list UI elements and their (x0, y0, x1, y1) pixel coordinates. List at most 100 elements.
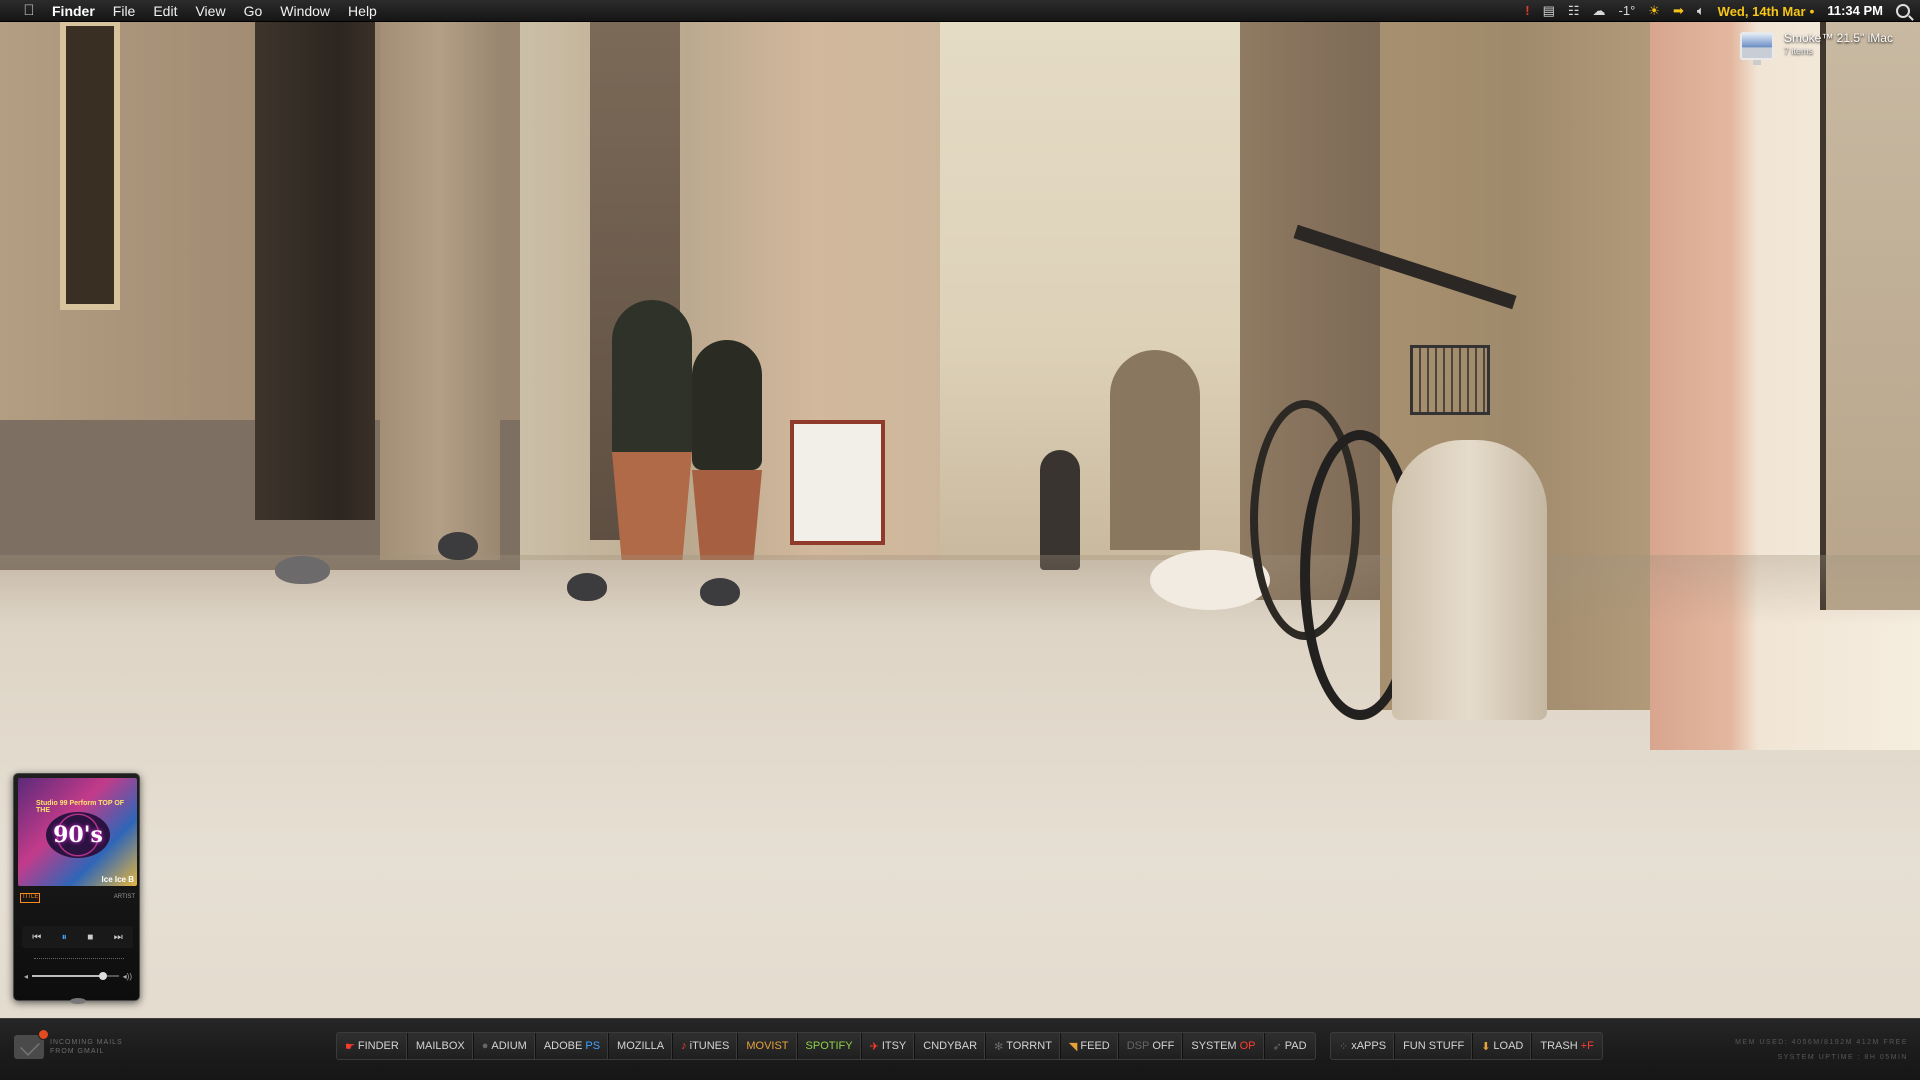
menu-bar:  Finder File Edit View Go Window Help !… (0, 0, 1920, 22)
stop-icon[interactable]: ■ (87, 932, 93, 943)
menu-view[interactable]: View (195, 3, 225, 19)
menu-app-finder[interactable]: Finder (52, 3, 95, 19)
dock-app-group-main: ☛ FINDER MAILBOX ● ADIUM ADOBE PS MOZILL… (336, 1032, 1316, 1060)
dock-item-movist[interactable]: MOVIST (738, 1033, 798, 1059)
dock-item-label: ADIUM (491, 1040, 527, 1052)
volume-knob[interactable] (99, 972, 108, 980)
dock-item-suffix: OP (1239, 1040, 1256, 1052)
music-player-widget: Studio 99 Perform TOP OF THE 90's Ice Ic… (13, 773, 140, 1004)
wallpaper-flower-pot (692, 470, 762, 560)
dock-item-pad[interactable]: ➶ PAD (1265, 1033, 1315, 1059)
dock-item-label: xAPPS (1351, 1040, 1387, 1052)
spotify-icon: SPOTIFY (805, 1040, 853, 1052)
dock-item-load[interactable]: ⬇ LOAD (1473, 1033, 1533, 1059)
menu-file[interactable]: File (113, 3, 136, 19)
adium-icon: ● (481, 1040, 489, 1052)
dock-item-label: PAD (1284, 1040, 1307, 1052)
dock-item-label: ITSY (881, 1040, 907, 1052)
mail-notifier[interactable]: incoming mails from gmail (14, 1029, 123, 1059)
track-info-row: TITLE ARTIST (20, 893, 135, 903)
volume-high-icon[interactable]: ◂)) (123, 972, 132, 981)
wallpaper-stone-bollard (1392, 440, 1547, 720)
mail-line-2: from gmail (50, 1048, 105, 1055)
previous-track-icon[interactable]: ⏮ (32, 932, 41, 943)
wallpaper-shrub (692, 340, 762, 470)
volume-fill (32, 975, 104, 977)
dock-item-cndybar[interactable]: CNDYBAR (915, 1033, 987, 1059)
dock-item-label: OFF (1152, 1040, 1175, 1052)
notification-alert-icon[interactable]: ! (1525, 3, 1529, 18)
drive-item-count: 7 items (1784, 46, 1814, 56)
pause-icon[interactable]: ⏸ (62, 932, 67, 943)
memory-usage: mem used: 4056m/8192m 412m free (1735, 1039, 1908, 1046)
clock[interactable]: Wed, 14th Mar • (1718, 3, 1815, 19)
wallpaper-left-window (60, 20, 120, 310)
widget-drag-handle[interactable] (70, 998, 86, 1004)
dock-item-torrnt[interactable]: ✻ TORRNT (986, 1033, 1061, 1059)
next-track-icon[interactable]: ⏭ (114, 932, 123, 943)
wallpaper-signboard (790, 420, 885, 545)
system-stats: mem used: 4056m/8192m 412m free system u… (1735, 1035, 1908, 1065)
arrow-right-icon[interactable]: ➡ (1673, 3, 1684, 19)
rocket-icon: ➶ (1272, 1040, 1282, 1053)
apple-menu-icon[interactable]:  (14, 2, 44, 19)
menu-go[interactable]: Go (244, 3, 263, 19)
dock-item-label: LOAD (1493, 1040, 1524, 1052)
weather-cloud-icon[interactable]: ☁ (1593, 3, 1606, 19)
volume-slider[interactable] (32, 972, 119, 980)
dock-item-xapps[interactable]: ⁘ xAPPS (1331, 1033, 1396, 1059)
dock-item-trash[interactable]: TRASH +F (1532, 1033, 1601, 1059)
dock-item-itsy[interactable]: ✈ ITSY (862, 1033, 916, 1059)
gamepad-icon[interactable]: ☷ (1568, 3, 1580, 19)
clock-separator: • (1809, 2, 1815, 19)
wallpaper-archway (1110, 350, 1200, 550)
dock-item-label: TRASH (1540, 1040, 1578, 1052)
weather-temperature[interactable]: -1° (1619, 3, 1636, 18)
dock-item-dsp-off[interactable]: DSP OFF (1119, 1033, 1184, 1059)
dock-item-label: iTUNES (689, 1040, 730, 1052)
menu-window[interactable]: Window (280, 3, 330, 19)
brightness-sun-icon[interactable]: ☀ (1648, 3, 1660, 19)
volume-low-icon[interactable]: ◂ (24, 972, 28, 981)
now-playing-title: Ice Ice B (101, 875, 134, 884)
dock-item-label: MAILBOX (415, 1040, 465, 1052)
desktop-drive-label: Smoke™ 21.5" iMac 7 items (1784, 32, 1893, 60)
menu-help[interactable]: Help (348, 3, 377, 19)
dock-item-label: FUN STUFF (1403, 1040, 1465, 1052)
dock-item-fun-stuff[interactable]: FUN STUFF (1395, 1033, 1474, 1059)
spotlight-search-icon[interactable] (1896, 3, 1910, 18)
menu-edit[interactable]: Edit (153, 3, 177, 19)
wallpaper-pigeon (275, 556, 330, 584)
dock-item-feed[interactable]: ◥ FEED (1061, 1033, 1119, 1059)
dock-item-systemop[interactable]: SYSTEM OP (1183, 1033, 1265, 1059)
desktop-drive-icon[interactable]: Smoke™ 21.5" iMac 7 items (1740, 32, 1893, 65)
dock-item-label: FEED (1080, 1040, 1110, 1052)
dock-item-spotify[interactable]: SPOTIFY (798, 1033, 862, 1059)
progress-ticks (34, 958, 124, 962)
mail-notifier-text: incoming mails from gmail (50, 1038, 123, 1056)
wallpaper-bicycle-basket (1410, 345, 1490, 415)
dock-item-adobe[interactable]: ADOBE PS (536, 1033, 610, 1059)
dock-app-group-utilities: ⁘ xAPPS FUN STUFF ⬇ LOAD TRASH +F (1330, 1032, 1603, 1060)
album-artwork[interactable]: Studio 99 Perform TOP OF THE 90's Ice Ic… (18, 778, 137, 886)
track-title-label: TITLE (20, 893, 41, 903)
wallpaper-pigeon (438, 532, 478, 560)
dock-item-mozilla[interactable]: MOZILLA (609, 1033, 674, 1059)
mail-line-1: incoming mails (50, 1039, 123, 1046)
dock-item-label: ADOBE (543, 1040, 583, 1052)
dock-item-mailbox[interactable]: MAILBOX (408, 1033, 474, 1059)
download-arrow-icon: ⬇ (1481, 1040, 1491, 1053)
keyboard-icon[interactable]: ▤ (1543, 3, 1555, 19)
dock-item-label: CNDYBAR (923, 1040, 978, 1052)
volume-speaker-icon[interactable]: 🔈︎ (1697, 3, 1705, 19)
bottom-dock: incoming mails from gmail ☛ FINDER MAILB… (0, 1018, 1920, 1080)
dock-item-finder[interactable]: ☛ FINDER (337, 1033, 408, 1059)
mail-badge (38, 1029, 49, 1040)
clock-time[interactable]: 11:34 PM (1827, 3, 1883, 18)
dock-item-suffix: +F (1580, 1040, 1594, 1052)
dock-item-adium[interactable]: ● ADIUM (474, 1033, 536, 1059)
dock-item-itunes[interactable]: ♪ iTUNES (673, 1033, 739, 1059)
clock-date: Wed, 14th Mar (1717, 3, 1806, 19)
album-title-logo: 90's (46, 812, 110, 858)
wallpaper-shop-window (1820, 20, 1920, 610)
